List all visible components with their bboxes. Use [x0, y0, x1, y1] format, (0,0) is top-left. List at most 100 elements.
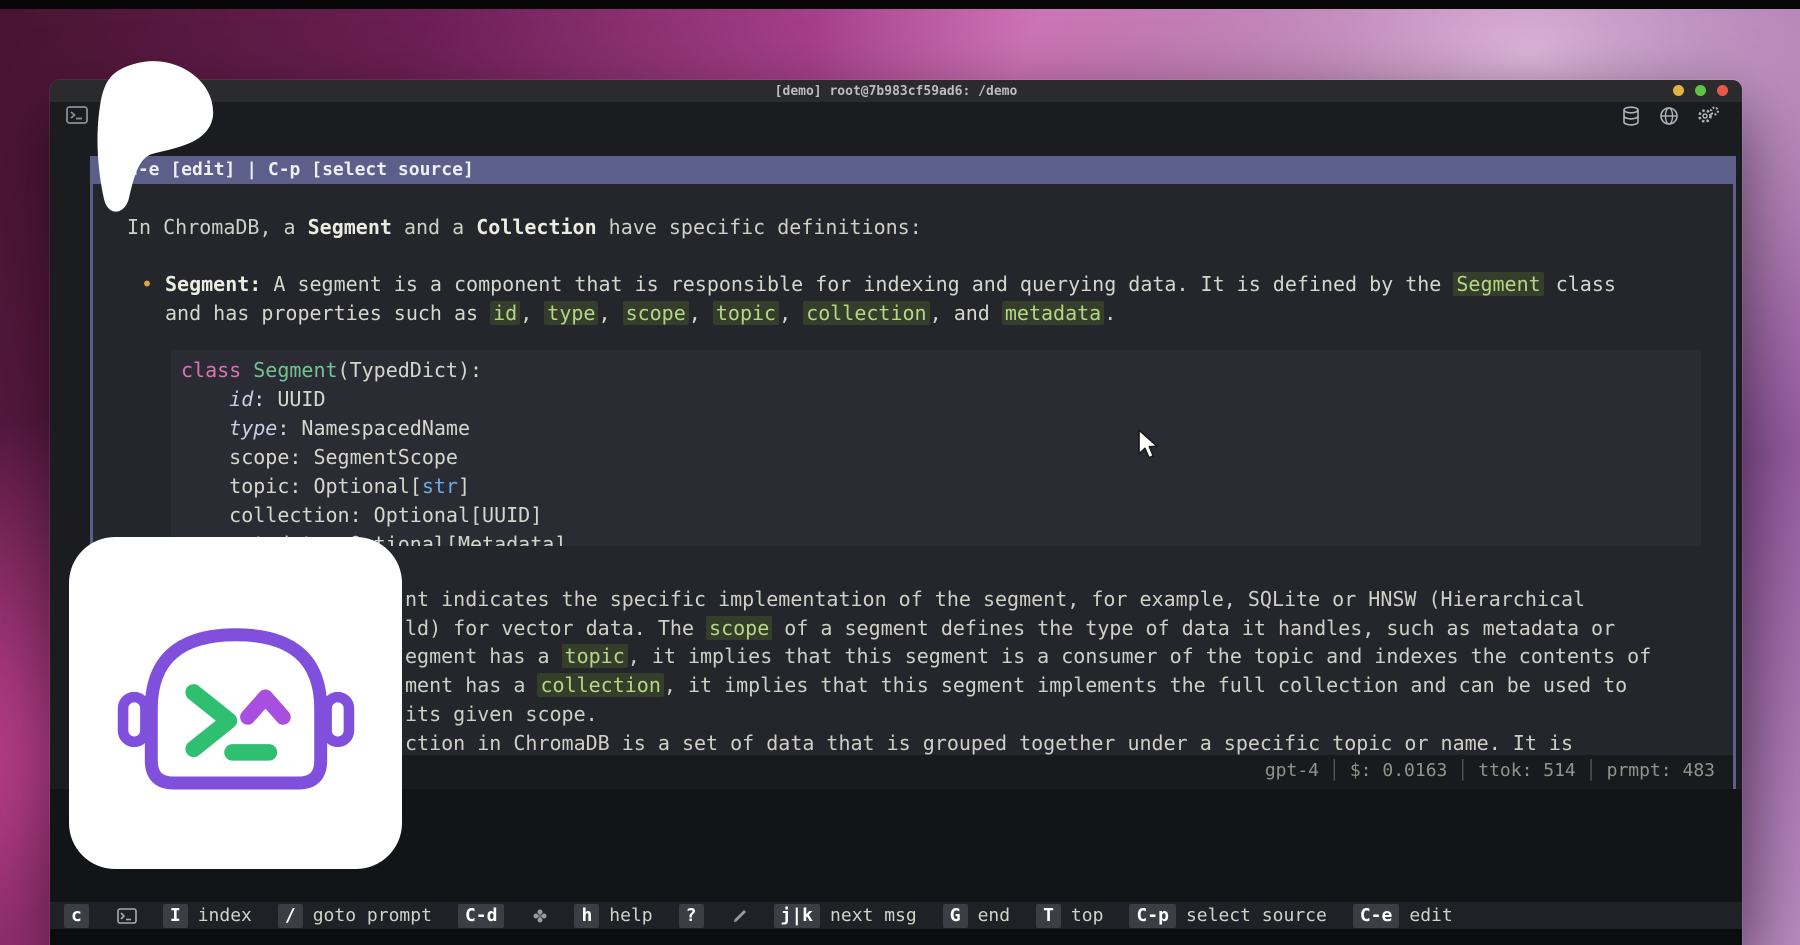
globe-icon[interactable] [1658, 105, 1680, 131]
text-segment: , it implies that this segment implement… [664, 673, 1627, 697]
white-blob-overlay [92, 58, 222, 223]
traffic-light[interactable] [1695, 85, 1706, 96]
text-segment: topic [562, 644, 628, 668]
text-line: class Segment(TypedDict): [181, 356, 1701, 385]
text-line: ction in ChromaDB is a set of data that … [405, 729, 1651, 758]
status-separator: │ [1586, 760, 1597, 781]
footer-key[interactable]: G [943, 904, 968, 928]
status-value: gpt-4 [1265, 760, 1319, 781]
footer-key[interactable]: / [278, 904, 303, 928]
footer-label: top [1071, 905, 1104, 926]
text-segment: nt indicates the specific implementation… [405, 587, 1585, 611]
footer-key[interactable]: C-e [1353, 904, 1400, 928]
footer-key[interactable]: C-p [1129, 904, 1176, 928]
text-segment: its given scope. [405, 702, 598, 726]
footer-key[interactable]: h [574, 904, 599, 928]
text-line: Segment: A segment is a component that i… [165, 270, 1616, 299]
footer-binding--[interactable]: / goto prompt [278, 904, 432, 928]
footer-binding--[interactable]: ? [679, 904, 704, 928]
text-segment: , [520, 301, 544, 325]
text-line: scope: SegmentScope [181, 443, 1701, 472]
gears-icon[interactable] [1696, 105, 1720, 131]
text-segment: Segment: [165, 272, 261, 296]
body-paragraph: nt indicates the specific implementation… [405, 585, 1651, 757]
text-segment: Segment [1453, 272, 1543, 296]
text-segment: class [1544, 272, 1616, 296]
text-segment: , and [930, 301, 1002, 325]
footer-binding-i[interactable]: Iindex [163, 904, 252, 928]
text-line: egment has a topic, it implies that this… [405, 642, 1651, 671]
text-segment: ction in ChromaDB is a set of data that … [405, 731, 1573, 755]
panel-keybind-header[interactable]: C-e [edit] | C-p [select source] [93, 156, 1733, 184]
text-segment: topic [713, 301, 779, 325]
text-segment: have specific definitions: [597, 215, 922, 239]
footer-label: help [609, 905, 652, 926]
text-segment: ] [458, 474, 470, 498]
text-segment: A segment is a component that is respons… [261, 272, 1453, 296]
status-value: ttok: 514 [1478, 760, 1576, 781]
text-segment: Segment [308, 215, 392, 239]
footer-key[interactable]: ? [679, 904, 704, 928]
text-line: collection: Optional[UUID] [181, 501, 1701, 530]
text-segment: : UUID [253, 387, 325, 411]
footer-key[interactable]: c [64, 904, 89, 928]
footer-label: next msg [830, 905, 917, 926]
terminal-icon[interactable] [66, 106, 88, 128]
menu-bar [0, 0, 1800, 9]
chat-heading: In ChromaDB, a Segment and a Collection … [127, 213, 922, 242]
text-line: nt indicates the specific implementation… [405, 585, 1651, 614]
keybinding-footer: c Iindex / goto prompt C-d hhelp? j|k next msg G… [50, 902, 1742, 929]
text-line: ment has a collection, it implies that t… [405, 671, 1651, 700]
text-segment: ment has a [405, 673, 537, 697]
footer-binding-t[interactable]: Ttop [1036, 904, 1103, 928]
text-segment [181, 416, 229, 440]
mouse-cursor [1136, 428, 1162, 462]
text-segment: egment has a [405, 644, 562, 668]
text-line: ld) for vector data. The scope of a segm… [405, 614, 1651, 643]
text-segment: and a [392, 215, 476, 239]
database-icon[interactable] [1620, 105, 1642, 131]
text-segment: scope [706, 616, 772, 640]
status-value: $: 0.0163 [1350, 760, 1448, 781]
footer-icon-item[interactable] [730, 908, 748, 924]
text-segment: id [490, 301, 520, 325]
text-segment: ld) for vector data. The [405, 616, 706, 640]
footer-binding-c-d[interactable]: C-d [458, 904, 505, 928]
footer-key[interactable]: T [1036, 904, 1061, 928]
text-segment: , it implies that this segment is a cons… [628, 644, 1652, 668]
text-segment: : NamespacedName [277, 416, 470, 440]
traffic-light[interactable] [1717, 85, 1728, 96]
footer-icon-item[interactable] [530, 908, 548, 924]
bullet-paragraph: Segment: A segment is a component that i… [165, 270, 1616, 328]
text-segment: class [181, 358, 253, 382]
status-separator: │ [1457, 760, 1468, 781]
text-segment: topic: Optional[ [181, 474, 422, 498]
text-segment: , [689, 301, 713, 325]
footer-icon-item[interactable] [115, 908, 137, 924]
text-line: topic: Optional[str] [181, 472, 1701, 501]
footer-binding-c[interactable]: c [64, 904, 89, 928]
footer-binding-c-e[interactable]: C-eedit [1353, 904, 1453, 928]
traffic-light[interactable] [1673, 85, 1684, 96]
window-bottom-strip [50, 929, 1742, 945]
footer-key[interactable]: I [163, 904, 188, 928]
footer-label: goto prompt [313, 905, 432, 926]
pencil-icon [732, 908, 748, 924]
text-segment: Segment [253, 358, 337, 382]
footer-binding-g[interactable]: Gend [943, 904, 1010, 928]
window-titlebar[interactable]: [demo] root@7b983cf59ad6: /demo [50, 80, 1742, 102]
footer-label: end [978, 905, 1011, 926]
text-segment: scope: SegmentScope [181, 445, 458, 469]
window-toolbar-icons [1620, 105, 1720, 131]
bullet-marker: • [141, 270, 153, 299]
footer-binding-h[interactable]: hhelp [574, 904, 652, 928]
text-segment: , [598, 301, 622, 325]
footer-binding-c-p[interactable]: C-pselect source [1129, 904, 1326, 928]
footer-binding-j-k[interactable]: j|k next msg [774, 904, 917, 928]
status-value: prmpt: 483 [1607, 760, 1715, 781]
footer-key[interactable]: C-d [458, 904, 505, 928]
footer-key[interactable]: j|k [774, 904, 821, 928]
code-block: class Segment(TypedDict): id: UUID type:… [171, 350, 1701, 546]
text-segment: (TypedDict): [338, 358, 483, 382]
text-segment: and has properties such as [165, 301, 490, 325]
